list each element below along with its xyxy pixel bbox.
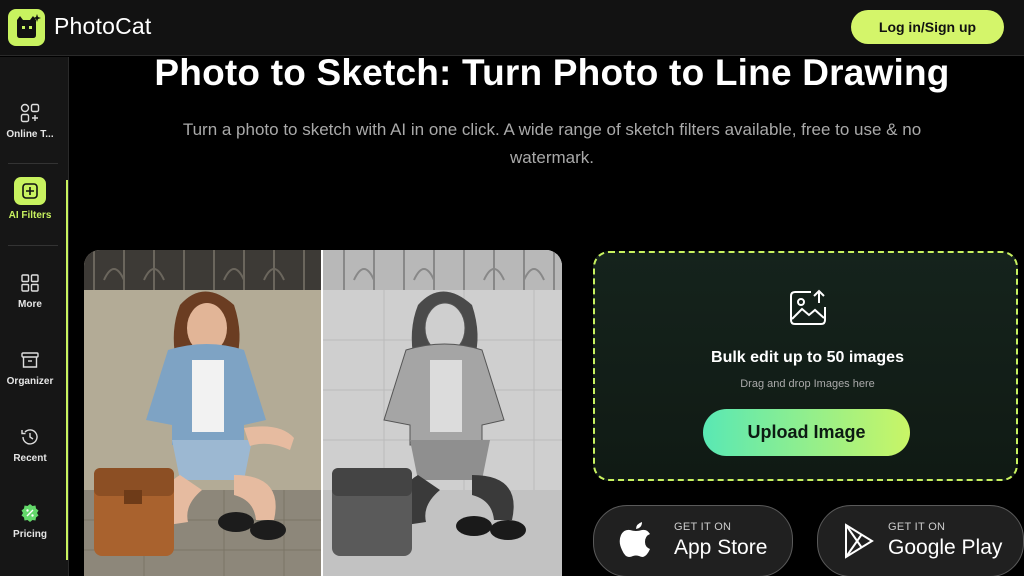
appstore-small-label: GET IT ON: [674, 521, 732, 533]
sidebar-item-label: Recent: [13, 453, 47, 464]
drag-drop-hint: Drag and drop Images here: [740, 378, 875, 390]
archive-box-icon: [21, 352, 39, 368]
sidebar-item-organizer[interactable]: Organizer: [0, 350, 60, 387]
before-after-comparison[interactable]: [84, 250, 562, 576]
upload-image-button[interactable]: Upload Image: [703, 409, 910, 456]
sidebar-item-ai-filters[interactable]: AI Filters: [0, 177, 60, 221]
subtitle-line-2: watermark.: [509, 148, 595, 167]
login-signup-button[interactable]: Log in/Sign up: [851, 10, 1004, 44]
ai-filters-icon: [14, 177, 46, 205]
comparison-slider-handle[interactable]: [321, 250, 323, 576]
grid-icon: [21, 274, 39, 292]
sidebar-item-label: Online T...: [6, 129, 54, 140]
page-subtitle: Turn a photo to sketch with AI in one cl…: [100, 116, 1004, 172]
google-play-label: Google Play: [888, 536, 1003, 559]
photocat-logo-icon[interactable]: [8, 9, 45, 46]
sidebar-item-pricing[interactable]: Pricing: [0, 503, 60, 540]
history-icon: [21, 429, 38, 445]
top-header: PhotoCat Log in/Sign up: [0, 0, 1024, 56]
bulk-edit-heading: Bulk edit up to 50 images: [711, 349, 904, 366]
page-title: Photo to Sketch: Turn Photo to Line Draw…: [154, 52, 950, 93]
sidebar-item-more[interactable]: More: [0, 273, 60, 310]
apple-icon: [619, 522, 650, 557]
sidebar-item-label: AI Filters: [8, 210, 52, 221]
sidebar-item-label: Organizer: [6, 376, 54, 387]
subtitle-line-1: Turn a photo to sketch with AI in one cl…: [182, 120, 922, 139]
upload-dropzone[interactable]: Bulk edit up to 50 images Drag and drop …: [593, 251, 1018, 481]
app-name[interactable]: PhotoCat: [54, 13, 152, 40]
sidebar-item-recent[interactable]: Recent: [0, 427, 60, 464]
image-upload-icon: [790, 289, 826, 325]
google-small-label: GET IT ON: [888, 521, 946, 533]
sidebar-scroll-accent: [66, 180, 68, 560]
app-store-button[interactable]: GET IT ON App Store: [593, 505, 793, 576]
sidebar-item-online-tools[interactable]: Online T...: [0, 103, 60, 140]
appstore-label: App Store: [674, 536, 768, 559]
sidebar-item-label: More: [18, 299, 42, 310]
google-play-icon: [845, 523, 874, 559]
sidebar-divider: [8, 163, 58, 164]
sidebar: Online T... AI Filters More Organizer Re…: [0, 57, 69, 576]
tools-grid-icon: [20, 103, 40, 123]
pricing-badge-icon: [21, 504, 39, 522]
google-play-button[interactable]: GET IT ON Google Play: [817, 505, 1024, 576]
sidebar-divider: [8, 245, 58, 246]
sidebar-item-label: Pricing: [13, 529, 47, 540]
comparison-illustration: [84, 250, 562, 576]
